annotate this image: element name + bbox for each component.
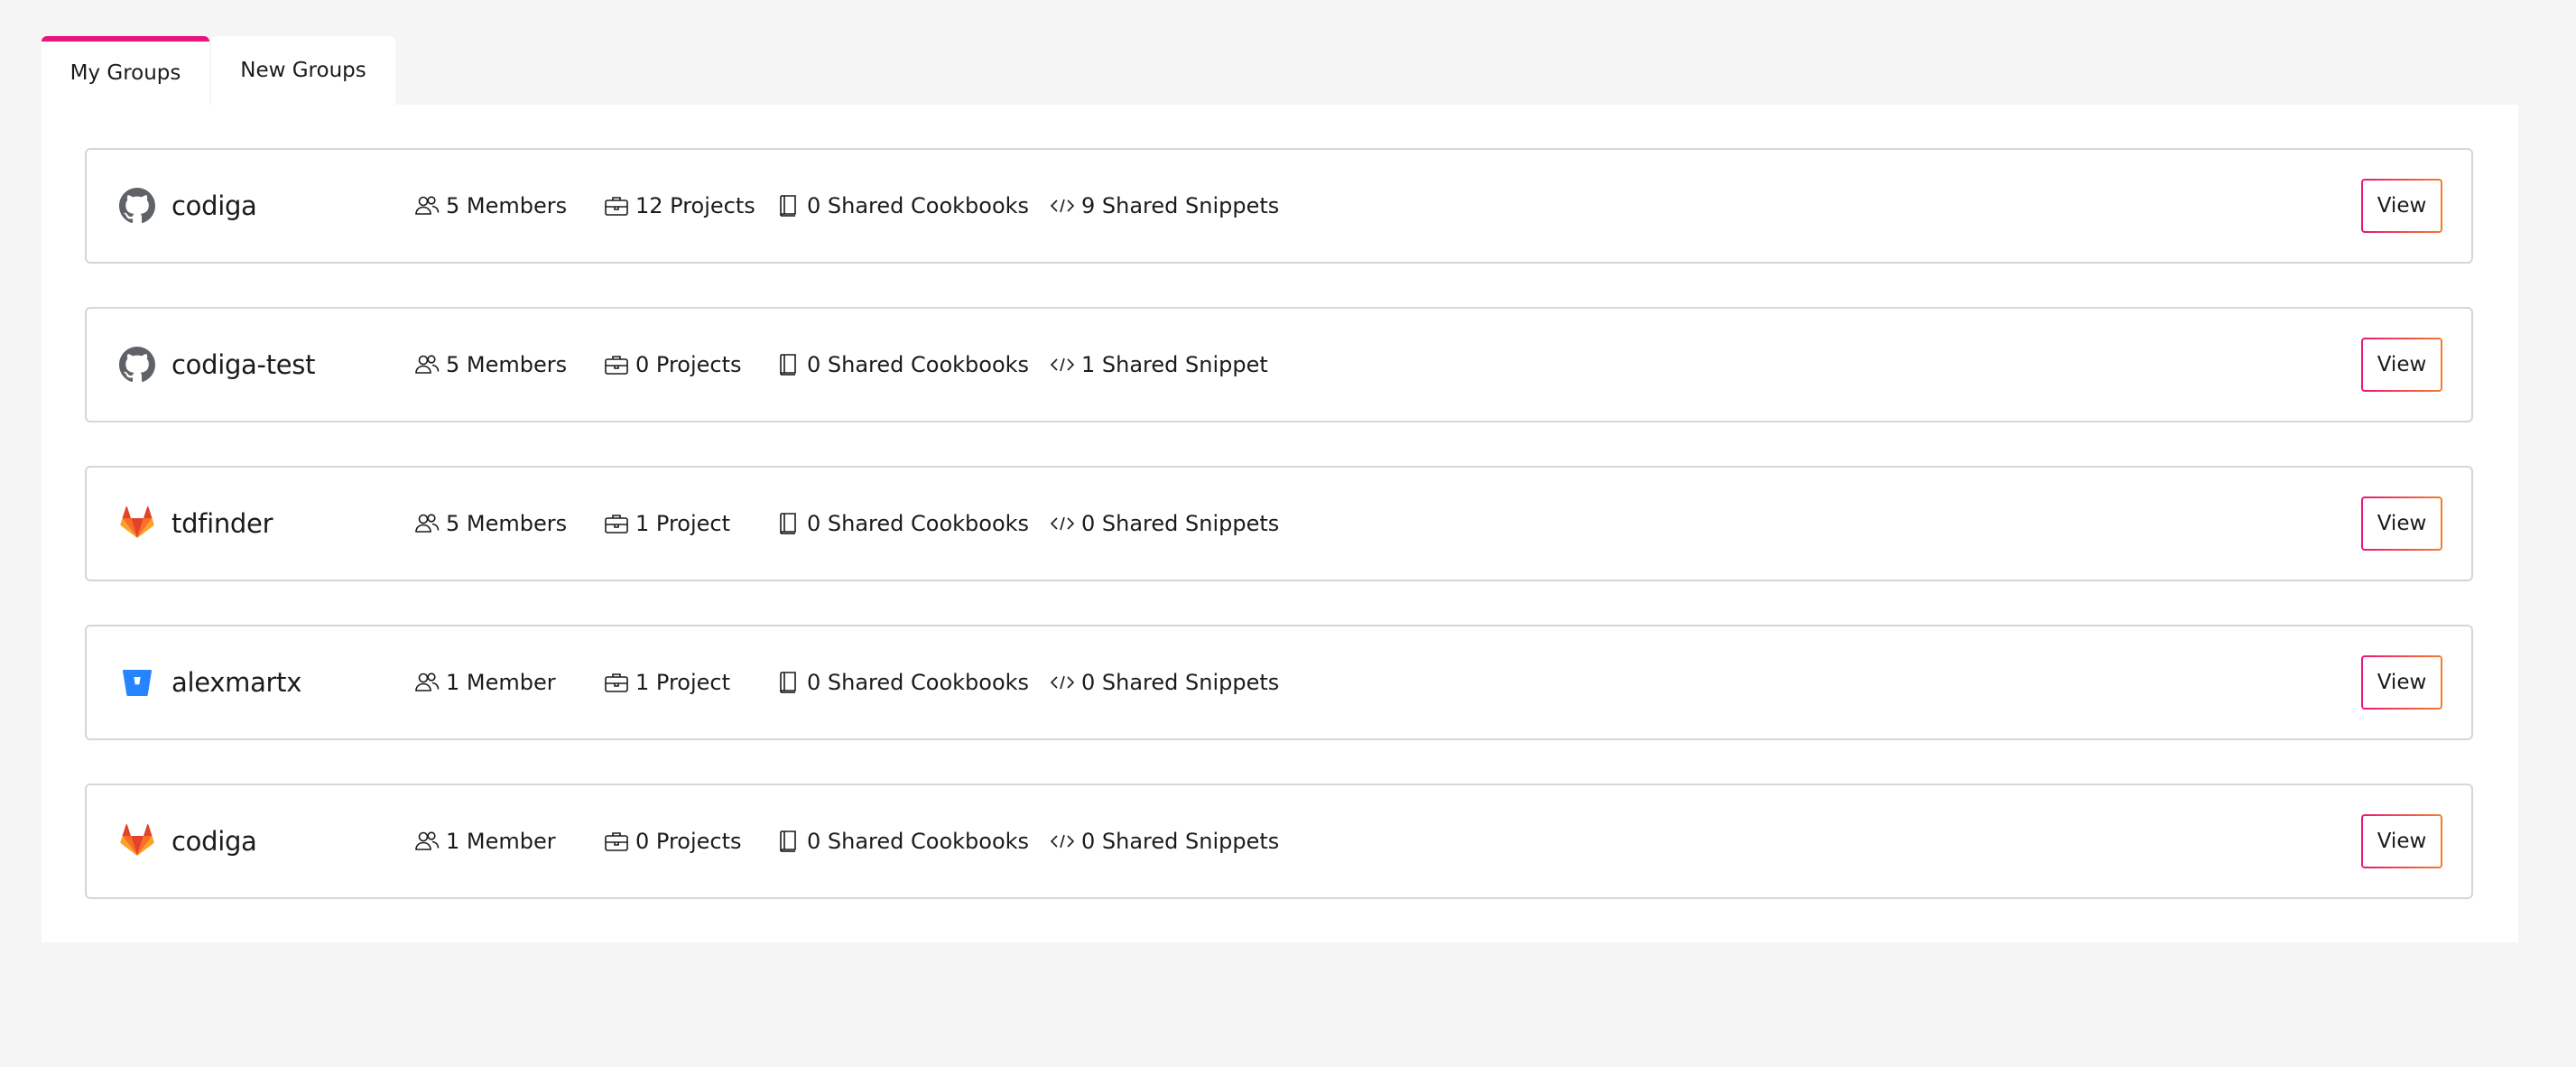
briefcase-icon <box>603 351 630 378</box>
gitlab-icon <box>119 506 155 542</box>
cookbooks-stat: 0 Shared Cookbooks <box>774 785 1029 897</box>
gitlab-icon <box>119 823 155 859</box>
snippets-count: 0 Shared Snippets <box>1081 829 1280 854</box>
group-name: codiga <box>171 826 257 857</box>
cookbooks-count: 0 Shared Cookbooks <box>807 670 1030 695</box>
members-icon <box>413 828 440 855</box>
snippets-stat: 0 Shared Snippets <box>1049 785 1279 897</box>
members-count: 1 Member <box>446 829 556 854</box>
projects-stat: 0 Projects <box>603 785 742 897</box>
snippets-count: 9 Shared Snippets <box>1081 193 1280 218</box>
members-count: 1 Member <box>446 670 556 695</box>
tab-new-groups[interactable]: New Groups <box>211 36 395 105</box>
tab-my-groups[interactable]: My Groups <box>42 36 209 105</box>
projects-stat: 1 Project <box>603 468 730 580</box>
briefcase-icon <box>603 510 630 537</box>
group-row: codiga 5 Members 12 Projects 0 Shared Co… <box>85 148 2473 264</box>
code-icon <box>1049 351 1076 378</box>
cookbooks-stat: 0 Shared Cookbooks <box>774 309 1029 421</box>
group-name: codiga <box>171 190 257 221</box>
group-name: codiga-test <box>171 349 316 380</box>
members-stat: 5 Members <box>413 468 567 580</box>
code-icon <box>1049 510 1076 537</box>
members-icon <box>413 351 440 378</box>
briefcase-icon <box>603 669 630 696</box>
members-stat: 5 Members <box>413 150 567 262</box>
snippets-count: 0 Shared Snippets <box>1081 511 1280 536</box>
group-tabs: My Groups New Groups <box>42 36 395 105</box>
groups-panel: codiga 5 Members 12 Projects 0 Shared Co… <box>42 105 2518 942</box>
cookbooks-stat: 0 Shared Cookbooks <box>774 150 1029 262</box>
projects-count: 1 Project <box>635 670 731 695</box>
cookbooks-count: 0 Shared Cookbooks <box>807 829 1030 854</box>
view-button[interactable]: View <box>2361 655 2442 710</box>
members-stat: 1 Member <box>413 626 556 738</box>
view-button[interactable]: View <box>2361 814 2442 868</box>
snippets-stat: 9 Shared Snippets <box>1049 150 1279 262</box>
members-stat: 1 Member <box>413 785 556 897</box>
code-icon <box>1049 669 1076 696</box>
book-icon <box>774 192 802 219</box>
snippets-stat: 0 Shared Snippets <box>1049 468 1279 580</box>
snippets-count: 1 Shared Snippet <box>1081 352 1268 377</box>
members-icon <box>413 669 440 696</box>
projects-count: 0 Projects <box>635 352 742 377</box>
cookbooks-stat: 0 Shared Cookbooks <box>774 468 1029 580</box>
view-button[interactable]: View <box>2361 496 2442 551</box>
snippets-count: 0 Shared Snippets <box>1081 670 1280 695</box>
group-row: alexmartx 1 Member 1 Project 0 Shared Co… <box>85 625 2473 740</box>
members-icon <box>413 192 440 219</box>
github-icon <box>119 347 155 383</box>
group-row: codiga 1 Member 0 Projects 0 Shared Cook… <box>85 784 2473 899</box>
members-count: 5 Members <box>446 352 568 377</box>
projects-stat: 12 Projects <box>603 150 755 262</box>
snippets-stat: 0 Shared Snippets <box>1049 626 1279 738</box>
bitbucket-icon <box>119 664 155 701</box>
cookbooks-count: 0 Shared Cookbooks <box>807 193 1030 218</box>
cookbooks-count: 0 Shared Cookbooks <box>807 511 1030 536</box>
group-row: codiga-test 5 Members 0 Projects 0 Share… <box>85 307 2473 422</box>
cookbooks-count: 0 Shared Cookbooks <box>807 352 1030 377</box>
briefcase-icon <box>603 828 630 855</box>
code-icon <box>1049 828 1076 855</box>
snippets-stat: 1 Shared Snippet <box>1049 309 1268 421</box>
book-icon <box>774 351 802 378</box>
group-name: tdfinder <box>171 508 273 539</box>
members-count: 5 Members <box>446 511 568 536</box>
briefcase-icon <box>603 192 630 219</box>
members-icon <box>413 510 440 537</box>
projects-count: 12 Projects <box>635 193 755 218</box>
book-icon <box>774 828 802 855</box>
projects-stat: 1 Project <box>603 626 730 738</box>
group-name: alexmartx <box>171 667 302 698</box>
code-icon <box>1049 192 1076 219</box>
projects-count: 0 Projects <box>635 829 742 854</box>
members-count: 5 Members <box>446 193 568 218</box>
book-icon <box>774 510 802 537</box>
github-icon <box>119 188 155 224</box>
cookbooks-stat: 0 Shared Cookbooks <box>774 626 1029 738</box>
group-row: tdfinder 5 Members 1 Project 0 Shared Co… <box>85 466 2473 581</box>
members-stat: 5 Members <box>413 309 567 421</box>
view-button[interactable]: View <box>2361 179 2442 233</box>
projects-stat: 0 Projects <box>603 309 742 421</box>
view-button[interactable]: View <box>2361 338 2442 392</box>
book-icon <box>774 669 802 696</box>
projects-count: 1 Project <box>635 511 731 536</box>
